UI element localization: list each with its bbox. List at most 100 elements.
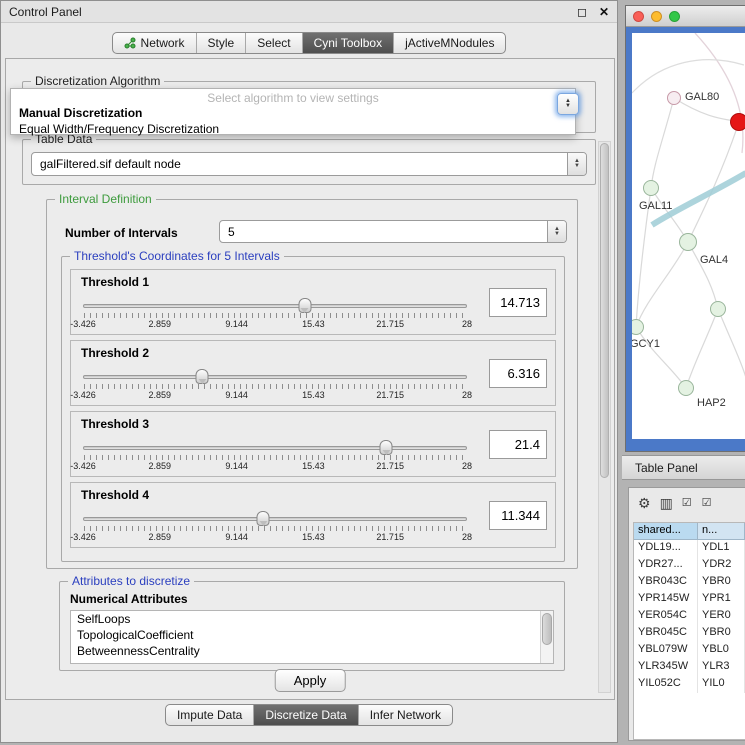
tab-network[interactable]: Network	[113, 33, 196, 53]
attributes-list-scrollbar[interactable]	[540, 611, 553, 663]
threshold-4-value-field[interactable]: 11.344	[489, 501, 547, 530]
popup-option-equal-width-frequency[interactable]: Equal Width/Frequency Discretization	[11, 121, 575, 137]
slider-ticks	[84, 455, 466, 460]
popup-option-manual-discretization[interactable]: Manual Discretization	[11, 105, 575, 121]
table-data-combo[interactable]: galFiltered.sif default node ▲ ▼	[31, 152, 587, 176]
scale-tick-label: -3.426	[70, 319, 96, 329]
tab-infer-network-label: Infer Network	[370, 708, 441, 722]
slider-track[interactable]	[83, 375, 467, 379]
scrollbar-thumb[interactable]	[542, 613, 552, 645]
threshold-1-value-field[interactable]: 14.713	[489, 288, 547, 317]
slider-track[interactable]	[83, 304, 467, 308]
close-traffic-light[interactable]	[633, 11, 644, 22]
tab-impute-data[interactable]: Impute Data	[166, 705, 253, 725]
network-node[interactable]	[643, 180, 659, 196]
select-all-columns-icon[interactable]: ☑	[702, 498, 713, 509]
threshold-3-value-field[interactable]: 21.4	[489, 430, 547, 459]
scale-tick-label: 2.859	[149, 390, 172, 400]
control-panel-window: Control Panel ◻ ✕ Network Style Select	[0, 0, 618, 743]
network-node-label: HAP2	[697, 397, 726, 409]
threshold-1-slider: -3.4262.8599.14415.4321.71528	[83, 298, 467, 330]
apply-button[interactable]: Apply	[275, 669, 346, 692]
table-panel-window: ⚙ ▥ ☑ ☑ shared... n... YDL19...YDL1YDR27…	[628, 487, 745, 741]
scrollbar-thumb[interactable]	[600, 143, 609, 478]
table-cell: YIL052C	[634, 676, 698, 693]
tab-jactivemnodules-label: jActiveMNodules	[405, 36, 494, 50]
slider-thumb[interactable]	[257, 511, 270, 526]
column-header-name[interactable]: n...	[698, 523, 745, 540]
tab-select[interactable]: Select	[245, 33, 301, 53]
slider-track[interactable]	[83, 446, 467, 450]
table-cell: YBR0	[698, 574, 745, 591]
columns-icon[interactable]: ▥	[660, 496, 673, 510]
slider-ticks	[84, 313, 466, 318]
select-columns-icon[interactable]: ☑	[682, 498, 693, 509]
table-cell: YDR27...	[634, 557, 698, 574]
table-row[interactable]: YDR27...YDR2	[634, 557, 745, 574]
discretization-algorithm-group-title: Discretization Algorithm	[31, 74, 164, 88]
attributes-group: Attributes to discretize Numerical Attri…	[59, 581, 565, 671]
network-node[interactable]	[710, 301, 726, 317]
column-header-shared-name[interactable]: shared...	[634, 523, 698, 540]
top-tabstrip: Network Style Select Cyni Toolbox jActiv…	[1, 32, 617, 54]
list-item-topologicalcoefficient[interactable]: TopologicalCoefficient	[71, 627, 553, 643]
table-row[interactable]: YER054CYER0	[634, 608, 745, 625]
threshold-panel-1: Threshold 1 -3.4262.8599.14415.4321.7152…	[70, 269, 556, 335]
network-node[interactable]	[679, 233, 697, 251]
numerical-attributes-list: SelfLoops TopologicalCoefficient Between…	[70, 610, 554, 664]
network-node-label: GAL11	[639, 200, 672, 212]
stepper-down-icon: ▼	[565, 104, 571, 109]
tab-cyni-toolbox[interactable]: Cyni Toolbox	[302, 33, 393, 53]
control-panel-scrollbar[interactable]	[598, 141, 611, 693]
table-row[interactable]: YDL19...YDL1	[634, 540, 745, 557]
list-item-betweennesscentrality[interactable]: BetweennessCentrality	[71, 643, 553, 659]
network-node-label: GAL4	[700, 254, 728, 266]
list-item-selfloops[interactable]: SelfLoops	[71, 611, 553, 627]
number-of-intervals-combo[interactable]: 5 ▲ ▼	[219, 220, 567, 243]
algorithm-combo-stepper[interactable]: ▲ ▼	[557, 93, 579, 115]
scale-tick-label: 21.715	[376, 319, 404, 329]
tab-style[interactable]: Style	[196, 33, 246, 53]
table-row[interactable]: YLR345WYLR3	[634, 659, 745, 676]
gear-icon[interactable]: ⚙	[638, 496, 651, 510]
tab-network-label: Network	[141, 36, 185, 50]
table-cell: YLR3	[698, 659, 745, 676]
slider-thumb[interactable]	[196, 369, 209, 384]
slider-ticks	[84, 526, 466, 531]
table-row[interactable]: YBL079WYBL0	[634, 642, 745, 659]
table-cell: YER0	[698, 608, 745, 625]
combo-stepper-icon: ▲ ▼	[567, 153, 586, 175]
threshold-panel-3: Threshold 3 -3.4262.8599.14415.4321.7152…	[70, 411, 556, 477]
tab-style-label: Style	[208, 36, 235, 50]
scale-tick-label: 21.715	[376, 390, 404, 400]
window-title: Control Panel	[9, 5, 565, 19]
slider-track[interactable]	[83, 517, 467, 521]
table-row[interactable]: YPR145WYPR1	[634, 591, 745, 608]
zoom-traffic-light[interactable]	[669, 11, 680, 22]
threshold-panel-2: Threshold 2 -3.4262.8599.14415.4321.7152…	[70, 340, 556, 406]
threshold-panel-4: Threshold 4 -3.4262.8599.14415.4321.7152…	[70, 482, 556, 548]
table-header-row: shared... n...	[634, 523, 745, 540]
tab-infer-network[interactable]: Infer Network	[358, 705, 452, 725]
minimize-traffic-light[interactable]	[651, 11, 662, 22]
tab-discretize-data[interactable]: Discretize Data	[253, 705, 357, 725]
scale-tick-label: 21.715	[376, 461, 404, 471]
threshold-2-value-field[interactable]: 6.316	[489, 359, 547, 388]
close-icon[interactable]: ✕	[599, 5, 609, 19]
stepper-down-glyph: ▼	[554, 232, 560, 237]
table-row[interactable]: YIL052CYIL0	[634, 676, 745, 693]
float-window-icon[interactable]: ◻	[577, 5, 587, 19]
network-canvas[interactable]: GAL80GAL11GAL4GCY1HAP2	[632, 33, 745, 439]
slider-thumb[interactable]	[298, 298, 311, 313]
network-node[interactable]	[730, 113, 745, 131]
table-row[interactable]: YBR045CYBR0	[634, 625, 745, 642]
scale-tick-label: -3.426	[70, 532, 96, 542]
slider-thumb[interactable]	[380, 440, 393, 455]
slider-scale: -3.4262.8599.14415.4321.71528	[83, 319, 467, 329]
network-node[interactable]	[678, 380, 694, 396]
table-panel-titlebar[interactable]: Table Panel	[622, 455, 745, 480]
network-node-label: GAL80	[685, 91, 719, 103]
tab-jactivemnodules[interactable]: jActiveMNodules	[393, 33, 505, 53]
network-node[interactable]	[667, 91, 681, 105]
table-row[interactable]: YBR043CYBR0	[634, 574, 745, 591]
